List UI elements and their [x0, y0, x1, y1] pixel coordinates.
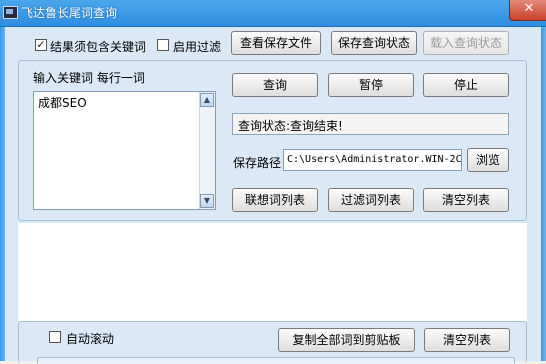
- auto-scroll-label: 自动滚动: [66, 332, 115, 346]
- save-path-input[interactable]: C:\Users\Administrator.WIN-2C: [283, 149, 462, 171]
- copy-all-button[interactable]: 复制全部词到剪贴板: [278, 328, 415, 352]
- window-title: 飞达鲁长尾词查询: [21, 6, 118, 20]
- related-words-button[interactable]: 联想词列表: [232, 188, 318, 212]
- window-frame-right: [541, 27, 546, 361]
- keyword-input-label: 输入关键词 每行一词: [33, 71, 145, 85]
- query-status-text: 查询状态:查询结束!: [238, 119, 343, 133]
- query-button[interactable]: 查询: [232, 73, 318, 97]
- scroll-up-icon[interactable]: ▲: [200, 93, 214, 107]
- client-area: ✓ 结果须包含关键词 启用过滤 查看保存文件 保存查询状态 载入查询状态 输入关…: [5, 27, 541, 364]
- scrollbar[interactable]: ▲ ▼: [199, 92, 215, 209]
- clear-list-button[interactable]: 清空列表: [423, 188, 509, 212]
- enable-filter-label: 启用过滤: [173, 40, 222, 54]
- must-contain-keyword-label: 结果须包含关键词: [50, 40, 147, 54]
- browse-button[interactable]: 浏览: [467, 148, 509, 172]
- bottom-clear-list-button[interactable]: 清空列表: [424, 328, 510, 352]
- auto-scroll-checkbox[interactable]: [49, 331, 61, 343]
- keywords-textarea[interactable]: 成都SEO ▲ ▼: [33, 91, 216, 210]
- filter-words-button[interactable]: 过滤词列表: [328, 188, 414, 212]
- close-icon: ✕: [523, 1, 535, 16]
- view-saved-file-button[interactable]: 查看保存文件: [231, 31, 321, 55]
- save-query-state-button[interactable]: 保存查询状态: [331, 31, 417, 55]
- pause-button[interactable]: 暂停: [328, 73, 414, 97]
- save-path-label: 保存路径: [233, 156, 282, 170]
- title-bar: 飞达鲁长尾词查询 ✕: [0, 0, 546, 27]
- keywords-text: 成都SEO: [38, 96, 87, 110]
- enable-filter-checkbox[interactable]: [157, 39, 169, 51]
- query-status-field: 查询状态:查询结束!: [232, 113, 509, 135]
- app-icon: [3, 6, 18, 19]
- check-icon: ✓: [36, 38, 46, 51]
- stop-button[interactable]: 停止: [423, 73, 509, 97]
- save-path-value: C:\Users\Administrator.WIN-2C: [287, 154, 462, 165]
- must-contain-keyword-checkbox[interactable]: ✓: [35, 39, 47, 51]
- load-query-state-button[interactable]: 载入查询状态: [423, 31, 509, 55]
- close-button[interactable]: ✕: [509, 0, 546, 21]
- scroll-down-icon[interactable]: ▼: [200, 194, 214, 208]
- results-list[interactable]: [18, 223, 527, 321]
